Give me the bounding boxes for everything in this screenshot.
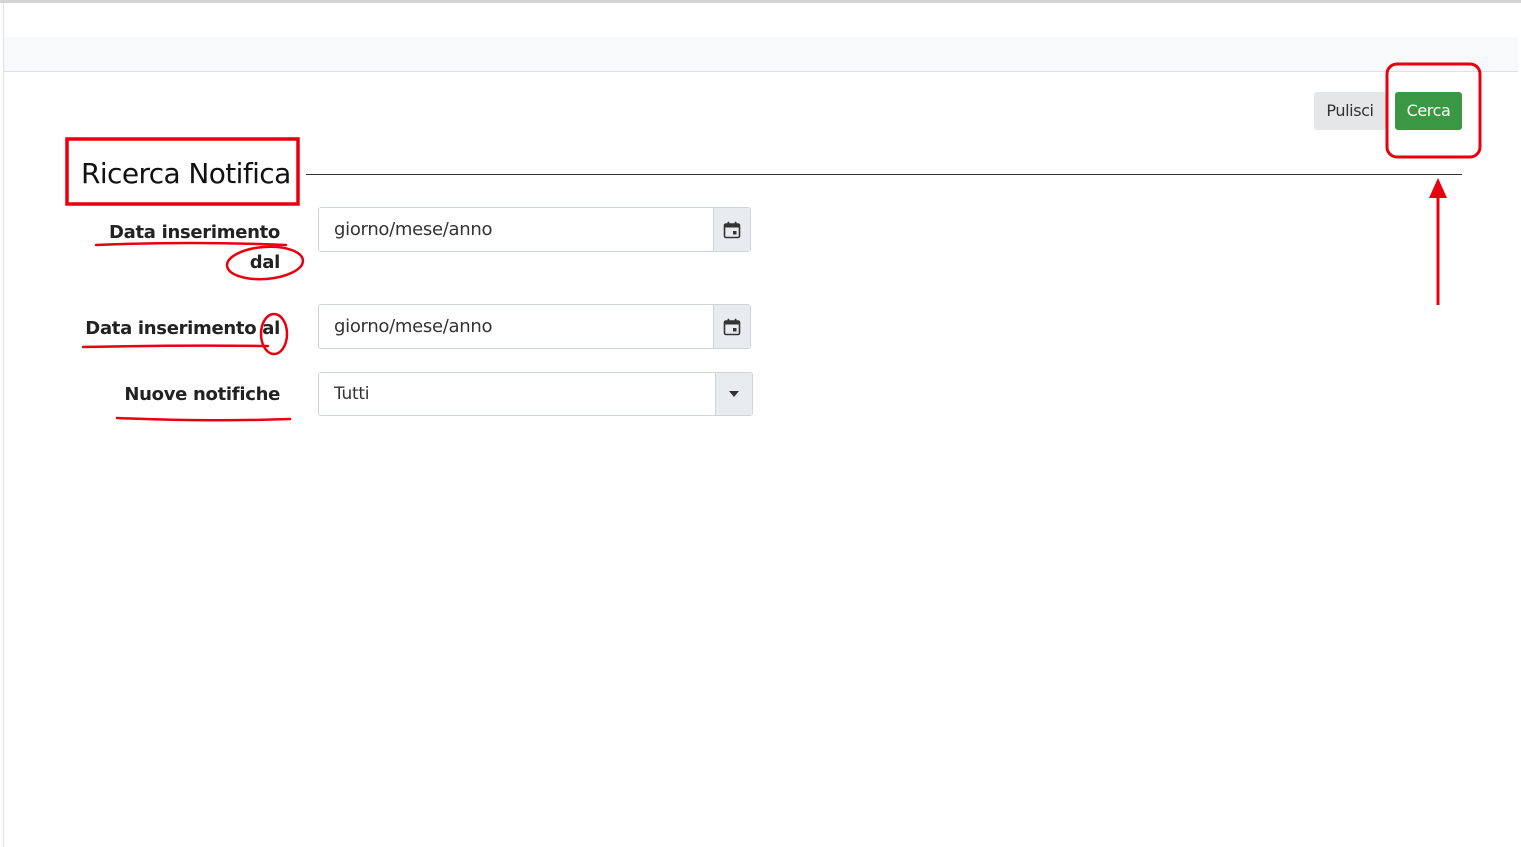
date-to-label: Data inserimento al bbox=[85, 318, 280, 339]
clear-button[interactable]: Pulisci bbox=[1314, 92, 1386, 130]
annotation-arrow-head bbox=[1429, 178, 1447, 198]
window-top-border bbox=[0, 0, 1521, 3]
calendar-icon bbox=[723, 221, 741, 238]
date-from-label-line2: dal bbox=[249, 252, 281, 273]
title-divider bbox=[306, 174, 1462, 175]
calendar-icon bbox=[723, 318, 741, 335]
date-from-calendar-button[interactable] bbox=[713, 208, 750, 251]
subheader-bar bbox=[4, 37, 1518, 72]
caret-down-icon bbox=[729, 391, 739, 397]
underline-date-to bbox=[81, 344, 270, 349]
date-from-field bbox=[318, 207, 751, 252]
page: Pulisci Cerca Ricerca Notifica Data inse… bbox=[0, 0, 1521, 847]
date-to-calendar-button[interactable] bbox=[713, 305, 750, 348]
window-left-border bbox=[3, 3, 4, 847]
search-button[interactable]: Cerca bbox=[1395, 92, 1462, 130]
date-from-label: Data inserimento dal bbox=[70, 218, 280, 278]
new-notifications-selected-value: Tutti bbox=[334, 384, 370, 404]
annotation-overlay bbox=[65, 62, 1482, 422]
date-to-field bbox=[318, 304, 751, 349]
date-from-label-line1: Data inserimento bbox=[108, 222, 280, 243]
date-from-input[interactable] bbox=[319, 208, 716, 251]
date-to-input[interactable] bbox=[319, 305, 716, 348]
select-dropdown-toggle[interactable] bbox=[715, 373, 752, 415]
underline-new-notifications bbox=[115, 416, 292, 422]
section-title: Ricerca Notifica bbox=[81, 157, 291, 190]
new-notifications-label: Nuove notifiche bbox=[124, 384, 280, 405]
new-notifications-select[interactable]: Tutti bbox=[318, 372, 753, 416]
